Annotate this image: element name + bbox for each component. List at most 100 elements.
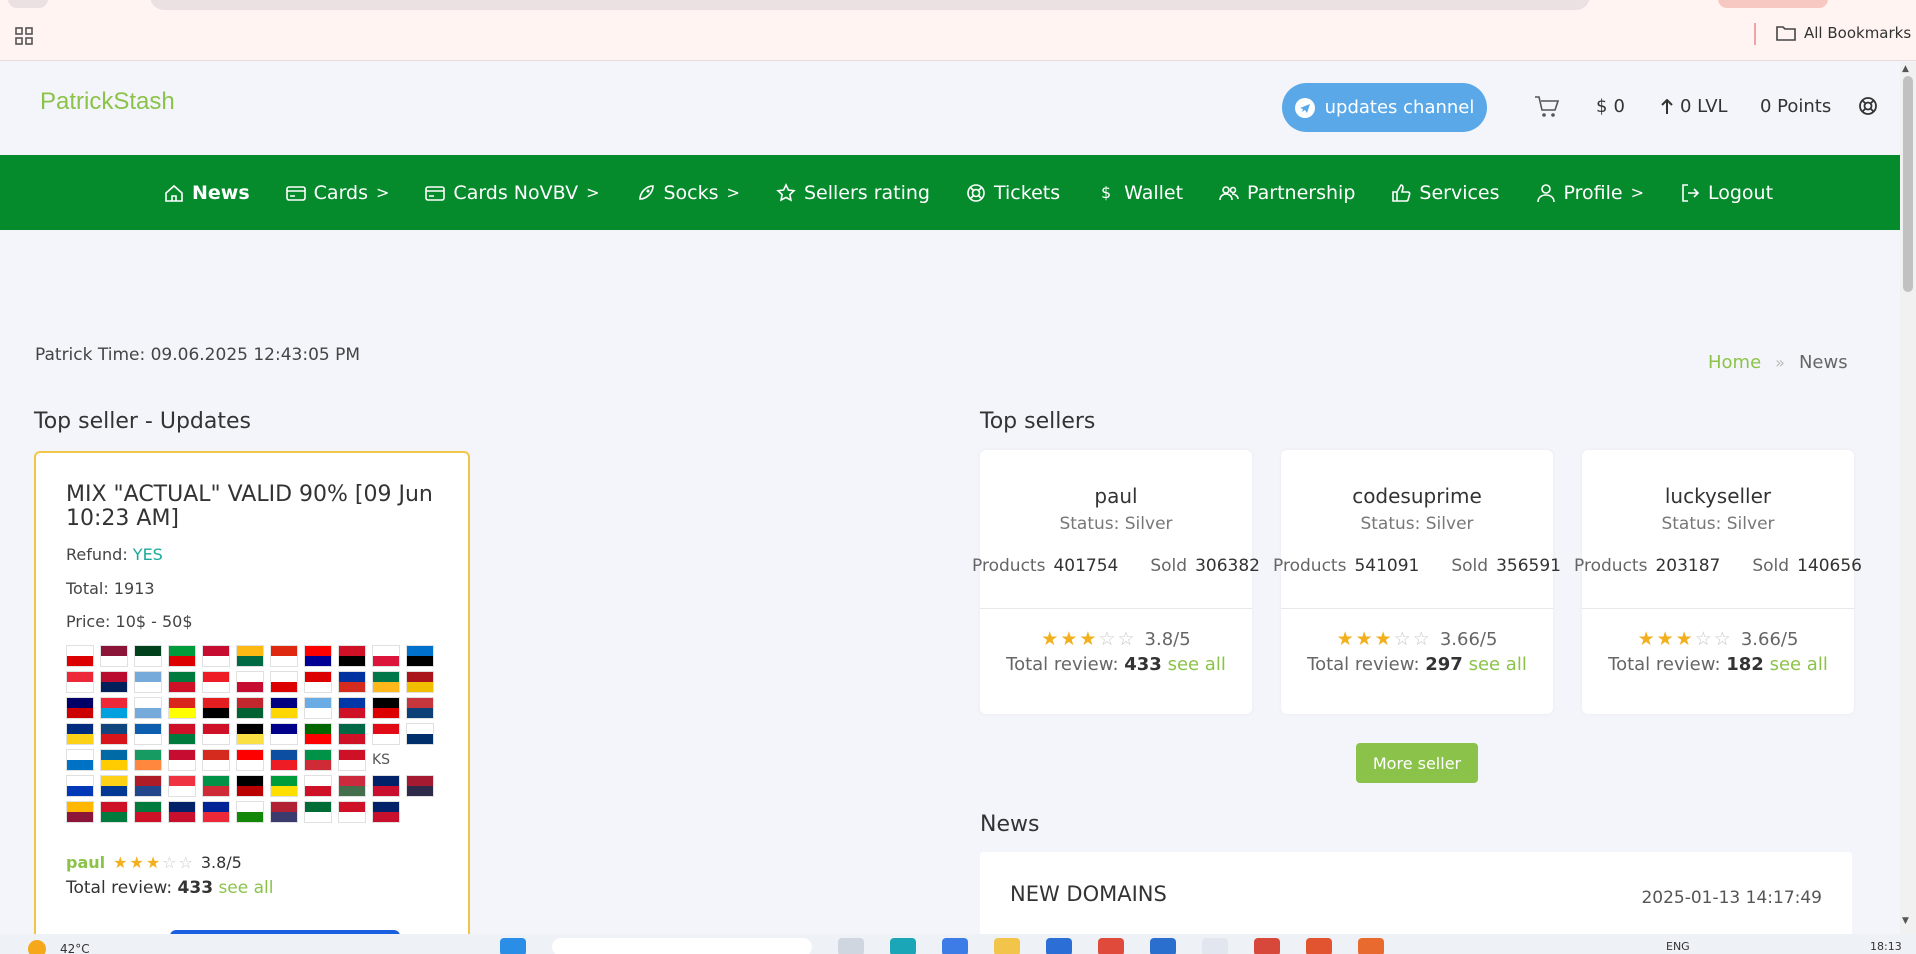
balance-display[interactable]: $ 0 — [1596, 96, 1625, 117]
update-seller-rating: 3.8/5 — [200, 853, 242, 872]
review-count: 433 — [1124, 654, 1162, 675]
seller-name[interactable]: codesuprime — [1281, 484, 1553, 508]
country-flag-icon — [202, 749, 230, 771]
star-filled-icon: ★ — [1079, 628, 1097, 650]
seller-rating: ★ ★ ★ ☆ ☆ 3.66/5 — [1582, 628, 1854, 650]
language-indicator[interactable]: ENG — [1666, 940, 1690, 953]
nav-item-label: Cards — [313, 181, 369, 204]
apps-grid-icon[interactable] — [14, 26, 34, 46]
seller-card[interactable]: codesuprime Status: Silver Products 541091 S… — [1273, 450, 1561, 714]
star-filled-icon: ★ — [1041, 628, 1059, 650]
country-flag-icon — [66, 645, 94, 667]
nav-item-services[interactable]: Services — [1391, 182, 1500, 204]
country-flag-icon — [202, 775, 230, 797]
breadcrumb: Home » News — [1708, 352, 1848, 373]
star-empty-icon: ☆ — [1098, 628, 1116, 650]
browser-bookmarks-bar: All Bookmarks — [0, 0, 1916, 61]
seller-card[interactable]: paul Status: Silver Products 401754 Sold 3063… — [972, 450, 1260, 714]
weather-widget[interactable]: 42°C — [28, 940, 90, 954]
gmail-icon[interactable] — [1098, 938, 1124, 954]
update-seller-name[interactable]: paul — [66, 853, 105, 872]
site-logo[interactable]: PatrickStash — [40, 88, 175, 116]
country-flag-icon — [270, 697, 298, 719]
news-item-title[interactable]: NEW DOMAINS — [1010, 882, 1167, 906]
taskbar-app-icon[interactable] — [838, 938, 864, 954]
balance-value: 0 — [1613, 96, 1625, 117]
taskbar-app-icon[interactable] — [1358, 938, 1384, 954]
browser-tab-fragment[interactable] — [8, 0, 48, 8]
nav-item-cards[interactable]: Cards > — [285, 181, 390, 204]
nav-item-profile[interactable]: Profile > — [1536, 182, 1644, 204]
products-label: Products — [1273, 556, 1347, 576]
scrollbar-thumb[interactable] — [1903, 76, 1913, 292]
card-divider — [1281, 608, 1553, 609]
thumbs-up-icon — [1392, 183, 1411, 202]
dollar-icon: $ — [1101, 183, 1111, 202]
nav-item-logout[interactable]: Logout — [1680, 182, 1773, 204]
taskbar-search[interactable] — [552, 938, 812, 954]
seller-name[interactable]: paul — [980, 484, 1252, 508]
folder-icon[interactable] — [994, 938, 1020, 954]
chevron-right-icon: > — [376, 183, 390, 202]
points-display[interactable]: 0 Points — [1760, 96, 1831, 117]
address-bar[interactable] — [150, 0, 1590, 10]
star-filled-icon: ★ — [1637, 628, 1655, 650]
more-seller-button[interactable]: More seller — [1356, 743, 1478, 783]
updates-channel-button[interactable]: updates channel — [1282, 83, 1487, 132]
update-card-title[interactable]: MIX "ACTUAL" VALID 90% [09 Jun 10:23 AM] — [66, 483, 446, 531]
review-count: 297 — [1425, 654, 1463, 675]
browser-profile-chip[interactable] — [1718, 0, 1828, 8]
see-all-link[interactable]: see all — [1469, 654, 1527, 675]
edge-icon[interactable] — [890, 938, 916, 954]
country-flag-icon — [338, 671, 366, 693]
updates-channel-label: updates channel — [1324, 97, 1475, 118]
see-all-link[interactable]: see all — [218, 878, 273, 898]
taskbar-app-icon[interactable] — [942, 938, 968, 954]
country-flag-icon — [100, 749, 128, 771]
section-title-news: News — [980, 812, 1040, 837]
scroll-up-icon[interactable]: ▲ — [1902, 64, 1909, 74]
nav-item-tickets[interactable]: Tickets — [966, 182, 1060, 204]
nav-item-sellers-rating[interactable]: Sellers rating — [776, 182, 930, 204]
country-flag-icon — [304, 749, 332, 771]
star-filled-icon: ★ — [145, 853, 161, 872]
country-flag-icon — [168, 775, 196, 797]
see-all-link[interactable]: see all — [1770, 654, 1828, 675]
country-flag-icon — [202, 723, 230, 745]
review-label: Total review: — [1608, 654, 1721, 675]
lifebuoy-icon[interactable] — [1858, 96, 1878, 116]
chrome-icon[interactable] — [1306, 938, 1332, 954]
outlook-icon[interactable] — [1150, 938, 1176, 954]
level-display[interactable]: 0 LVL — [1660, 96, 1728, 117]
nav-item-label: Socks — [663, 181, 719, 204]
country-flag-icon — [236, 671, 264, 693]
card-divider — [980, 608, 1252, 609]
all-bookmarks-button[interactable]: All Bookmarks — [1776, 24, 1911, 42]
nav-item-cards-novbv[interactable]: Cards NoVBV > — [425, 182, 600, 204]
nav-item-partnership[interactable]: Partnership — [1219, 182, 1355, 204]
scroll-down-icon[interactable]: ▼ — [1902, 916, 1909, 926]
seller-card[interactable]: luckyseller Status: Silver Products 203187 S… — [1574, 450, 1862, 714]
taskbar-app-icon[interactable] — [1046, 938, 1072, 954]
nav-item-socks[interactable]: Socks > — [636, 182, 740, 204]
page-scrollbar[interactable] — [1900, 62, 1916, 934]
seller-status: Status: Silver — [1059, 514, 1173, 534]
country-flag-icon — [168, 801, 196, 823]
seller-name[interactable]: luckyseller — [1582, 484, 1854, 508]
chrome-icon[interactable] — [1254, 938, 1280, 954]
breadcrumb-home-link[interactable]: Home — [1708, 352, 1761, 373]
star-empty-icon: ☆ — [1713, 628, 1731, 650]
country-flag-icon — [134, 801, 162, 823]
system-clock[interactable]: 18:13 — [1870, 940, 1902, 953]
refund-value: YES — [132, 545, 163, 564]
windows-start-icon[interactable] — [500, 938, 526, 954]
star-filled-icon: ★ — [1656, 628, 1674, 650]
chrome-icon[interactable] — [1202, 938, 1228, 954]
rating-stars: ★ ★ ★ ☆ ☆ — [1638, 628, 1731, 650]
nav-item-wallet[interactable]: $ Wallet — [1096, 182, 1183, 204]
country-flag-icon — [338, 723, 366, 745]
nav-item-news[interactable]: News — [164, 182, 250, 204]
country-flag-icon — [236, 749, 264, 771]
cart-icon[interactable] — [1534, 95, 1560, 119]
see-all-link[interactable]: see all — [1168, 654, 1226, 675]
